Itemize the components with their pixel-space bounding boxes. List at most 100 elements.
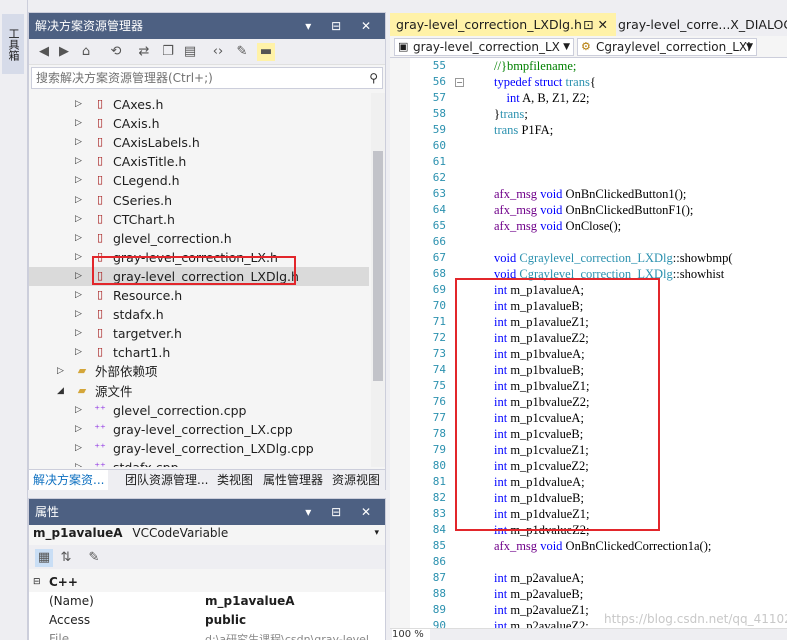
expand-arrow-icon[interactable]: ▷: [75, 133, 85, 152]
expand-arrow-icon[interactable]: ▷: [75, 439, 85, 458]
categorized-icon[interactable]: ▦: [35, 549, 53, 567]
solution-search-input[interactable]: 搜索解决方案资源管理器(Ctrl+;) ⚲: [31, 67, 383, 89]
expand-arrow-icon[interactable]: ▷: [75, 229, 85, 248]
expand-arrow-icon[interactable]: ◢: [57, 382, 67, 401]
forward-icon[interactable]: ▶: [55, 43, 73, 61]
property-row[interactable]: File d:\a研究生课程\csdn\gray-level: [29, 630, 385, 640]
collapse-icon[interactable]: ⊟: [33, 573, 41, 592]
project-dropdown[interactable]: ▣ gray-level_correction_LX ▼: [394, 38, 574, 56]
toolbox-tab[interactable]: 工具箱: [2, 14, 24, 74]
tree-file[interactable]: ▷ ▯ glevel_correction.h: [29, 229, 369, 248]
tree-folder[interactable]: ◢ ▰ 源文件: [29, 382, 369, 401]
tree-file[interactable]: ▷ ⁺⁺ gray-level_correction_LXDlg.cpp: [29, 439, 369, 458]
expand-arrow-icon[interactable]: ▷: [75, 343, 85, 362]
preview-selected-icon[interactable]: ▬: [257, 43, 275, 61]
pin-close-icon[interactable]: ⊡ ✕: [583, 13, 608, 36]
panel-window-buttons[interactable]: ▾ ⊟ ✕: [305, 499, 379, 525]
tab-resource-view[interactable]: 资源视图: [328, 470, 384, 490]
expand-arrow-icon[interactable]: ▷: [75, 95, 85, 114]
tree-folder[interactable]: ▷ ▰ 外部依赖项: [29, 362, 369, 381]
tree-file[interactable]: ▷ ⁺⁺ gray-level_correction_LX.cpp: [29, 420, 369, 439]
tree-file[interactable]: ▷ ⁺⁺ stdafx.cpp: [29, 458, 369, 467]
code-line[interactable]: int m_p2avalueB;: [494, 587, 583, 602]
expand-arrow-icon[interactable]: ▷: [75, 171, 85, 190]
tab-class-view[interactable]: 类视图: [213, 470, 257, 490]
horizontal-scrollbar[interactable]: [390, 628, 787, 640]
code-line[interactable]: afx_msg void OnBnClickedButton1();: [494, 187, 686, 202]
expand-arrow-icon[interactable]: ▷: [75, 114, 85, 133]
code-line[interactable]: afx_msg void OnBnClickedCorrection1a();: [494, 539, 711, 554]
expand-arrow-icon[interactable]: ▷: [75, 305, 85, 324]
property-row[interactable]: (Name) m_p1avalueA: [29, 592, 385, 611]
object-selector[interactable]: m_p1avalueA VCCodeVariable ▾: [33, 523, 383, 543]
code-line[interactable]: afx_msg void OnBnClickedButtonF1();: [494, 203, 693, 218]
project-icon: ▣: [398, 40, 409, 53]
alphabetical-icon[interactable]: ⇅: [57, 549, 75, 567]
tree-item-label: Resource.h: [113, 288, 183, 303]
editor-margin: [390, 58, 410, 628]
expand-arrow-icon[interactable]: ▷: [75, 152, 85, 171]
line-number: 74: [432, 363, 446, 376]
refresh-icon[interactable]: ⇄: [135, 43, 153, 61]
expand-arrow-icon[interactable]: ▷: [75, 401, 85, 420]
panel-window-buttons[interactable]: ▾ ⊟ ✕: [305, 13, 379, 39]
line-number: 81: [432, 475, 446, 488]
expand-arrow-icon[interactable]: ▷: [75, 458, 85, 467]
home-icon[interactable]: ⌂: [77, 43, 95, 61]
tab-property-manager[interactable]: 属性管理器: [259, 470, 327, 490]
tree-item-label: stdafx.cpp: [113, 458, 179, 467]
tab-solution-explorer[interactable]: 解决方案资...: [29, 470, 109, 490]
tree-file[interactable]: ▷ ▯ targetver.h: [29, 324, 369, 343]
expand-arrow-icon[interactable]: ▷: [75, 286, 85, 305]
tree-file[interactable]: ▷ ▯ CAxis.h: [29, 114, 369, 133]
code-line[interactable]: trans P1FA;: [494, 123, 553, 138]
expand-arrow-icon[interactable]: ▷: [75, 191, 85, 210]
show-all-files-icon[interactable]: ▤: [181, 43, 199, 61]
class-dropdown[interactable]: ⚙ Cgraylevel_correction_LXI ▼: [577, 38, 757, 56]
sync-icon[interactable]: ⟲: [107, 43, 125, 61]
expand-arrow-icon[interactable]: ▷: [57, 362, 67, 381]
view-code-icon[interactable]: ‹›: [209, 43, 227, 61]
collapse-icon[interactable]: −: [455, 78, 464, 87]
editor-nav-bar: ▣ gray-level_correction_LX ▼ ⚙ Cgrayleve…: [390, 36, 787, 58]
tree-item-label: CLegend.h: [113, 173, 180, 189]
back-icon[interactable]: ◀: [35, 43, 53, 61]
chevron-down-icon[interactable]: ▾: [374, 523, 379, 543]
tab-team-explorer[interactable]: 团队资源管理...: [121, 470, 212, 490]
tree-file[interactable]: ▷ ▯ CSeries.h: [29, 191, 369, 210]
tree-file[interactable]: ▷ ▯ CTChart.h: [29, 210, 369, 229]
editor-tab[interactable]: gray-level_corre...X_DIALOG: [616, 13, 787, 36]
property-category[interactable]: ⊟ C++: [29, 573, 385, 592]
tree-file[interactable]: ▷ ▯ CAxisTitle.h: [29, 152, 369, 171]
tree-file[interactable]: ▷ ▯ CAxisLabels.h: [29, 133, 369, 152]
expand-arrow-icon[interactable]: ▷: [75, 267, 85, 286]
tree-file[interactable]: ▷ ▯ stdafx.h: [29, 305, 369, 324]
code-line[interactable]: //}bmpfilename;: [494, 59, 576, 74]
tree-file[interactable]: ▷ ▯ CLegend.h: [29, 171, 369, 190]
expand-arrow-icon[interactable]: ▷: [75, 210, 85, 229]
code-line[interactable]: int m_p2avalueA;: [494, 571, 584, 586]
editor-tab-active[interactable]: gray-level_correction_LXDlg.h ⊡ ✕: [390, 13, 616, 36]
properties-wrench-icon[interactable]: ✎: [233, 43, 251, 61]
line-number: 59: [432, 123, 446, 136]
code-line[interactable]: void Cgraylevel_correction_LXDlg::showbm…: [494, 251, 733, 266]
tree-file[interactable]: ▷ ▯ tchart1.h: [29, 343, 369, 362]
code-line[interactable]: int A, B, Z1, Z2;: [494, 91, 590, 106]
code-line[interactable]: afx_msg void OnClose();: [494, 219, 621, 234]
collapse-all-icon[interactable]: ❐: [159, 43, 177, 61]
tree-file[interactable]: ▷ ▯ CAxes.h: [29, 95, 369, 114]
code-line[interactable]: int m_p2avalueZ1;: [494, 603, 589, 618]
code-line[interactable]: typedef struct trans{: [494, 75, 596, 90]
tree-file[interactable]: ▷ ⁺⁺ glevel_correction.cpp: [29, 401, 369, 420]
zoom-level[interactable]: 100 %: [392, 629, 430, 640]
search-icon[interactable]: ⚲: [369, 68, 378, 88]
tree-file[interactable]: ▷ ▯ Resource.h: [29, 286, 369, 305]
expand-arrow-icon[interactable]: ▷: [75, 420, 85, 439]
property-row[interactable]: Access public: [29, 611, 385, 630]
scrollbar-thumb[interactable]: [373, 151, 383, 381]
header-file-icon: ▯: [96, 230, 104, 244]
property-pages-icon[interactable]: ✎: [85, 549, 103, 567]
code-line[interactable]: }trans;: [494, 107, 528, 122]
expand-arrow-icon[interactable]: ▷: [75, 248, 85, 267]
expand-arrow-icon[interactable]: ▷: [75, 324, 85, 343]
